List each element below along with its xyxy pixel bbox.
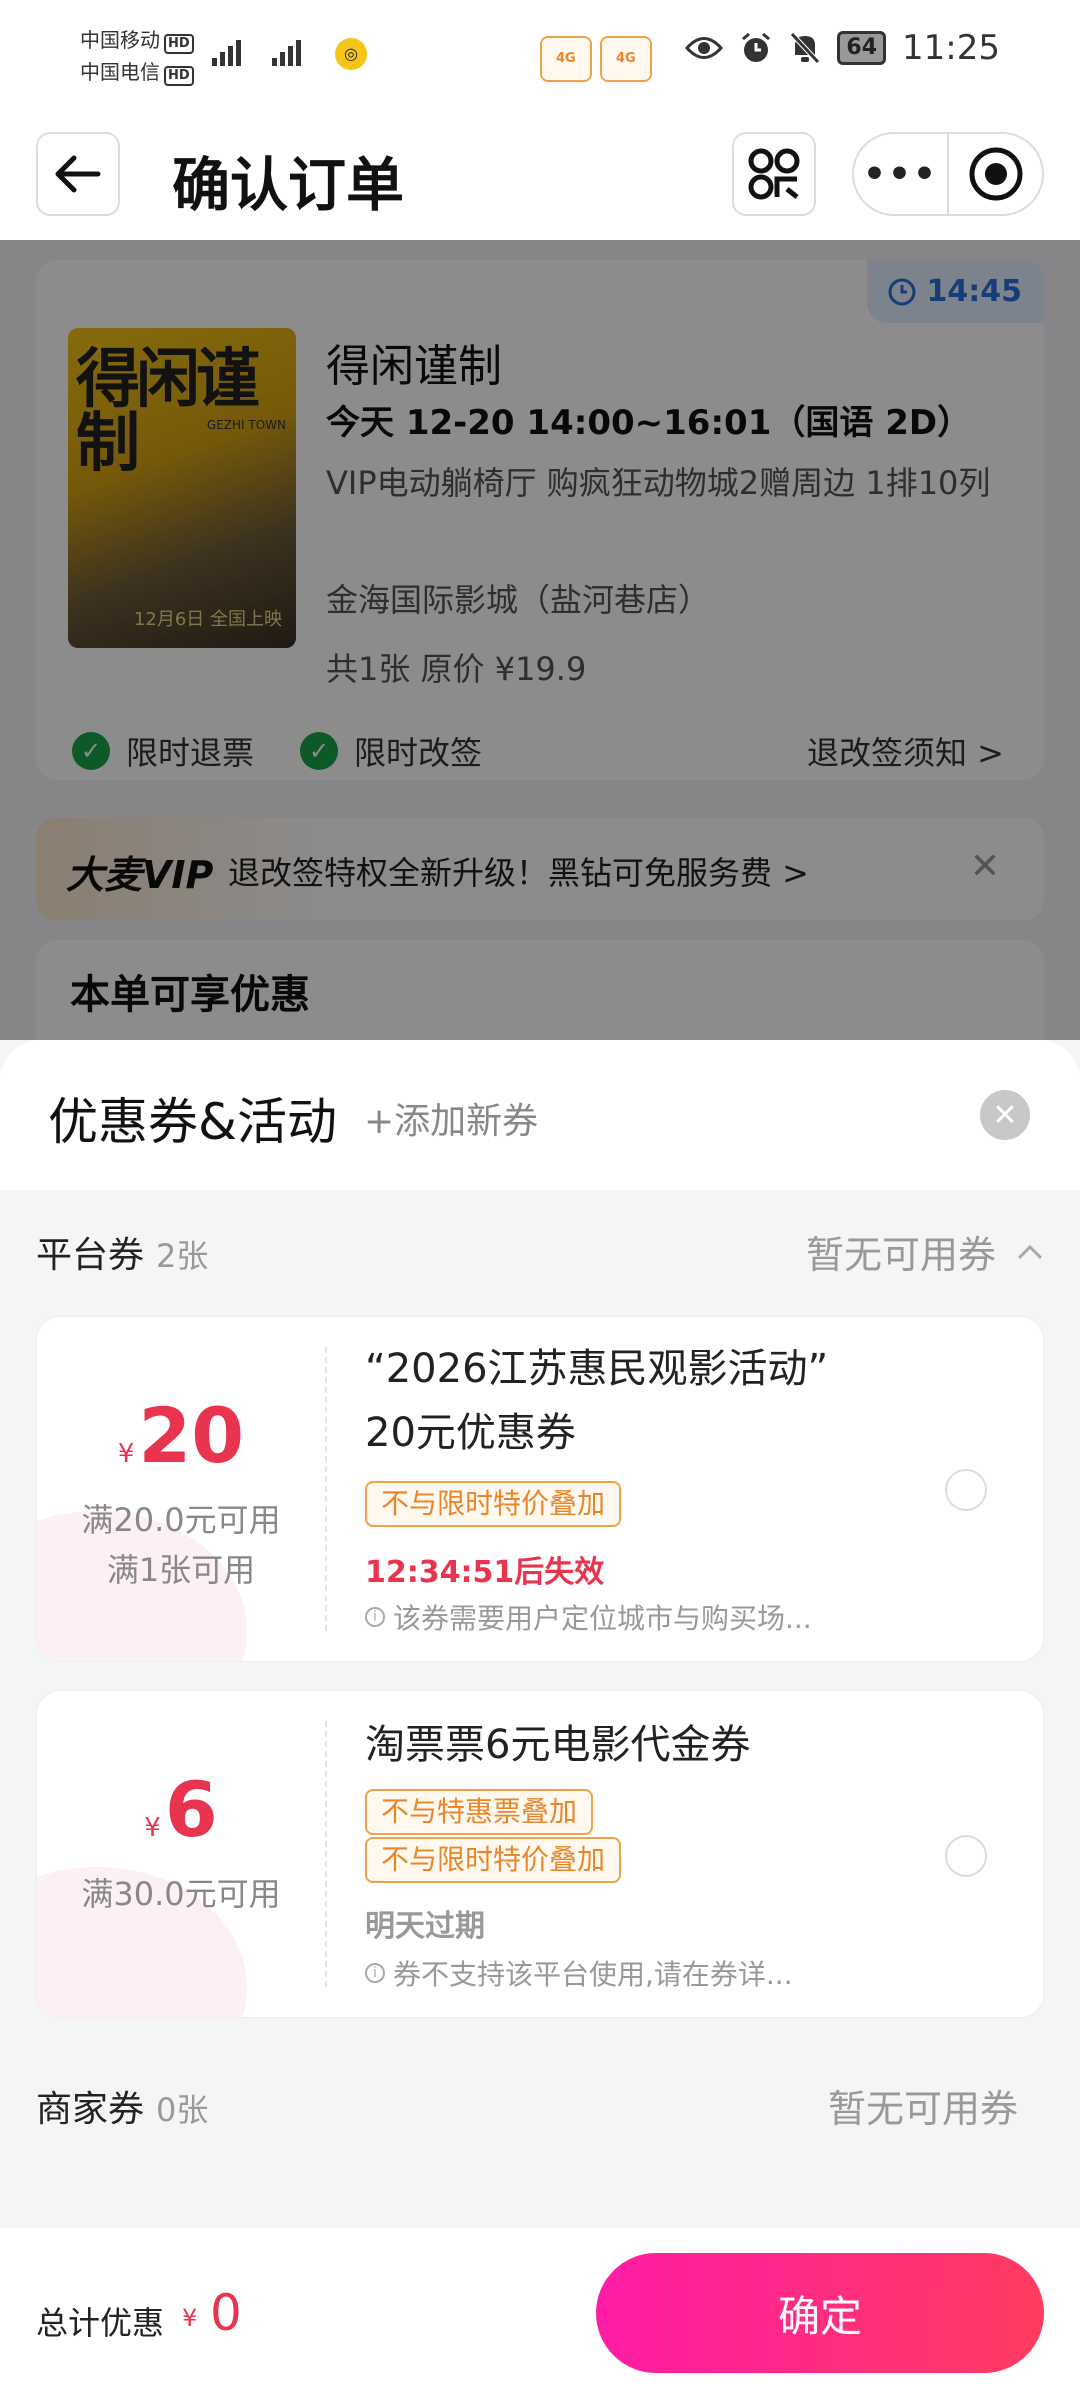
coupon-sheet: 优惠券&活动 +添加新券 ✕ 平台券 2张 暂无可用券 ¥20 满20.0元可用 … xyxy=(0,1040,1080,2400)
carrier-info: 中国移动 HD 中国电信 HD xyxy=(80,24,194,88)
eye-icon xyxy=(685,37,724,59)
coupon-note: i 该券需要用户定位城市与购买场... xyxy=(365,1597,812,1637)
close-miniapp-button[interactable] xyxy=(949,146,1042,202)
merchant-label: 商家券 xyxy=(36,2088,145,2130)
clock-time: 11:25 xyxy=(902,28,1000,68)
mini-app-capsule: ••• xyxy=(852,132,1044,216)
sheet-title: 优惠券&活动 xyxy=(48,1093,337,1151)
add-coupon-link[interactable]: +添加新券 xyxy=(364,1092,538,1144)
sheet-header: 优惠券&活动 +添加新券 ✕ xyxy=(0,1040,1080,1190)
modal-overlay[interactable] xyxy=(0,240,1080,1040)
platform-label: 平台券 xyxy=(36,1234,145,1276)
signal-icon: 4G xyxy=(212,36,592,82)
info-icon: i xyxy=(365,1963,385,1983)
coupon-amount: ¥20 xyxy=(117,1391,245,1480)
coupon-title: “2026江苏惠民观影活动” 20元优惠券 xyxy=(365,1346,829,1456)
coupon-expire: 明天过期 xyxy=(365,1909,485,1944)
target-icon xyxy=(969,147,1022,201)
back-button[interactable] xyxy=(36,132,120,216)
platform-coupon-header[interactable]: 平台券 2张 暂无可用券 xyxy=(36,1224,1044,1279)
coupon-card[interactable]: ¥20 满20.0元可用 满1张可用 “2026江苏惠民观影活动” 20元优惠券… xyxy=(36,1316,1044,1662)
header: 确认订单 ••• xyxy=(0,110,1080,240)
alarm-icon xyxy=(742,32,771,62)
coupon-amount: ¥6 xyxy=(144,1765,218,1854)
signal-icon: 4G xyxy=(272,36,652,82)
footer-bar: 总计优惠 ¥ 0 确定 xyxy=(0,2228,1080,2400)
platform-count: 2张 xyxy=(156,1236,209,1275)
coupon-tag: 不与限时特价叠加 xyxy=(365,1481,622,1527)
merchant-count: 0张 xyxy=(156,2090,209,2129)
status-icons: 64 11:25 xyxy=(685,28,1000,68)
close-icon: ✕ xyxy=(992,1097,1018,1133)
hd-badge: HD xyxy=(164,34,194,54)
battery-indicator: 64 xyxy=(837,31,887,65)
info-icon: i xyxy=(365,1607,385,1627)
coupon-radio[interactable] xyxy=(945,1469,987,1511)
carrier-2: 中国电信 xyxy=(80,60,160,84)
total-currency: ¥ xyxy=(182,2304,198,2332)
merchant-status: 暂无可用券 xyxy=(827,2087,1018,2131)
page-title: 确认订单 xyxy=(172,151,405,219)
more-dots-icon: ••• xyxy=(862,153,939,195)
coupon-radio[interactable] xyxy=(945,1835,987,1877)
total-discount-label: 总计优惠 xyxy=(36,2304,165,2342)
hd-badge: HD xyxy=(164,66,194,86)
coupon-condition: 满30.0元可用 xyxy=(81,1875,281,1913)
coupon-card[interactable]: ¥6 满30.0元可用 淘票票6元电影代金券 不与特惠票叠加 不与限时特价叠加 … xyxy=(36,1690,1044,2018)
coin-icon: ◎ xyxy=(335,38,367,70)
back-arrow-icon xyxy=(55,155,101,193)
confirm-button[interactable]: 确定 xyxy=(596,2253,1044,2373)
mute-icon xyxy=(790,32,821,64)
coupon-tag: 不与限时特价叠加 xyxy=(365,1837,622,1883)
close-sheet-button[interactable]: ✕ xyxy=(980,1090,1030,1140)
coupon-tag: 不与特惠票叠加 xyxy=(365,1789,594,1835)
platform-status: 暂无可用券 xyxy=(805,1233,996,1277)
total-discount-value: 0 xyxy=(210,2284,242,2342)
chevron-up-icon xyxy=(1017,1244,1043,1259)
qr-scan-icon xyxy=(748,148,800,200)
merchant-coupon-header: 商家券 0张 暂无可用券 xyxy=(36,2078,1044,2133)
coupon-note: i 券不支持该平台使用,请在券详... xyxy=(365,1953,793,1993)
coupon-condition: 满20.0元可用 满1张可用 xyxy=(81,1501,281,1589)
status-bar: 中国移动 HD 中国电信 HD 4G 4G ◎ 64 11:25 xyxy=(0,0,1080,110)
qr-scan-button[interactable] xyxy=(732,132,816,216)
coupon-expire: 12:34:51后失效 xyxy=(365,1555,605,1590)
more-button[interactable]: ••• xyxy=(854,134,949,214)
carrier-1: 中国移动 xyxy=(80,28,160,52)
coupon-title: 淘票票6元电影代金券 xyxy=(365,1722,751,1768)
